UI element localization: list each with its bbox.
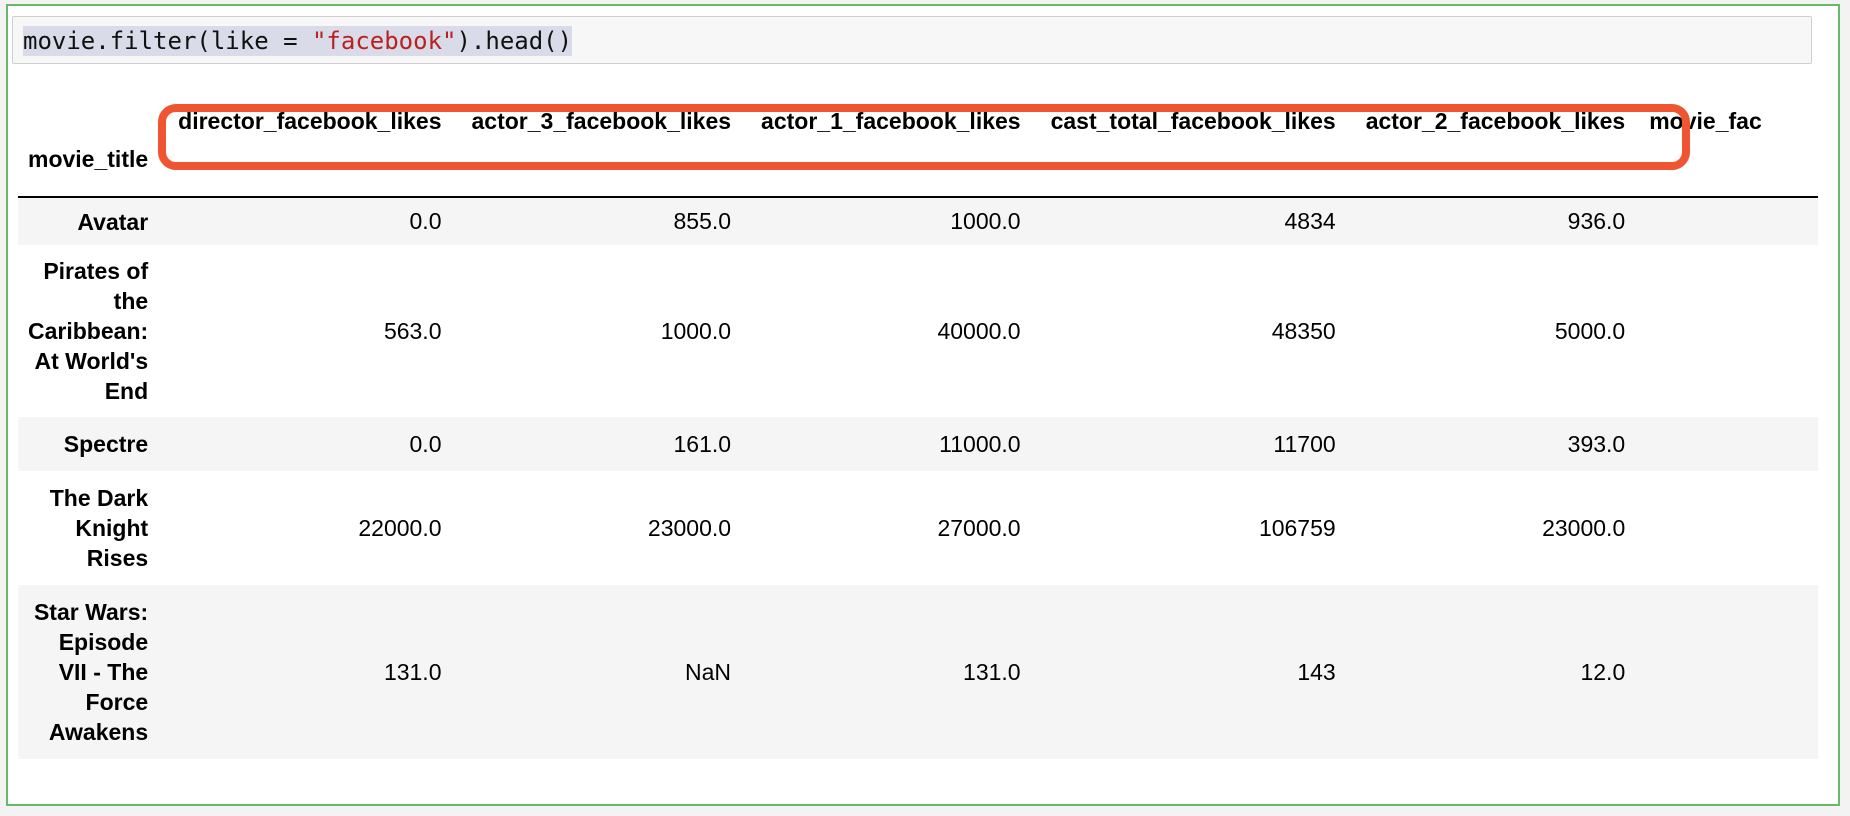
table-row: The Dark Knight Rises 22000.0 23000.0 27…: [18, 471, 1818, 585]
column-header: actor_2_facebook_likes: [1365, 107, 1626, 134]
table-cell: 23000.0: [1542, 514, 1626, 541]
table-cell: 936.0: [1567, 208, 1626, 234]
row-index-label: Star Wars: Episode VII - The Force Awake…: [33, 599, 149, 745]
column-header: actor_1_facebook_likes: [761, 107, 1021, 134]
column-header: movie_fac: [1649, 107, 1762, 134]
column-header-blank: [18, 96, 168, 146]
code-prefix: movie.filter(like =: [23, 27, 312, 55]
table-cell: 23000.0: [647, 514, 732, 541]
table-cell: 12.0: [1580, 658, 1626, 685]
table-cell: 40000.0: [937, 317, 1021, 344]
table-cell: 5000.0: [1554, 317, 1626, 344]
dataframe-table: director_facebook_likes actor_3_facebook…: [18, 96, 1818, 759]
output-area: director_facebook_likes actor_3_facebook…: [18, 96, 1818, 786]
row-index-label: Avatar: [77, 208, 149, 235]
column-header: actor_3_facebook_likes: [471, 107, 732, 134]
table-cell: 855.0: [673, 208, 732, 234]
table-cell: 48350: [1271, 317, 1336, 344]
row-index-label: Pirates of the Caribbean: At World's End: [28, 258, 149, 404]
table-cell: [1645, 245, 1818, 417]
table-cell: 1000.0: [950, 208, 1021, 234]
column-header: cast_total_facebook_likes: [1050, 107, 1336, 134]
table-cell: 143: [1297, 658, 1336, 685]
table-cell: 563.0: [383, 317, 442, 344]
table-cell: 161.0: [673, 430, 732, 457]
table-cell: [1645, 417, 1818, 471]
table-row: Pirates of the Caribbean: At World's End…: [18, 245, 1818, 417]
table-cell: 1000.0: [660, 317, 732, 344]
column-header-row: director_facebook_likes actor_3_facebook…: [18, 96, 1818, 146]
table-row: Star Wars: Episode VII - The Force Awake…: [18, 585, 1818, 759]
table-cell: 131.0: [383, 658, 442, 685]
code-input-area[interactable]: movie.filter(like = "facebook").head(): [12, 16, 1812, 64]
table-cell: 131.0: [963, 658, 1021, 685]
code-line[interactable]: movie.filter(like = "facebook").head(): [23, 26, 573, 56]
table-cell: 22000.0: [358, 514, 442, 541]
row-index-label: Spectre: [63, 431, 149, 457]
index-header-row: movie_title: [18, 146, 1818, 197]
code-suffix: ).head(): [456, 27, 573, 55]
table-row: Spectre 0.0 161.0 11000.0 11700 393.0: [18, 417, 1818, 471]
table-cell: 11000.0: [939, 430, 1021, 457]
table-cell: 106759: [1258, 514, 1336, 541]
table-cell: 0.0: [409, 208, 442, 234]
table-cell: NaN: [685, 658, 732, 685]
table-cell: [1645, 197, 1818, 245]
index-name: movie_title: [28, 146, 149, 172]
table-cell: 0.0: [409, 430, 442, 457]
table-cell: [1645, 585, 1818, 759]
table-row: Avatar 0.0 855.0 1000.0 4834 936.0: [18, 197, 1818, 245]
table-cell: 11700: [1273, 430, 1336, 457]
notebook-cell[interactable]: movie.filter(like = "facebook").head() d…: [6, 4, 1840, 806]
table-cell: 27000.0: [937, 514, 1021, 541]
table-cell: 393.0: [1567, 430, 1626, 457]
table-cell: 4834: [1284, 208, 1336, 234]
row-index-label: The Dark Knight Rises: [49, 485, 149, 571]
code-string-literal: "facebook": [311, 27, 457, 55]
table-cell: [1645, 471, 1818, 585]
column-header: director_facebook_likes: [178, 107, 442, 134]
